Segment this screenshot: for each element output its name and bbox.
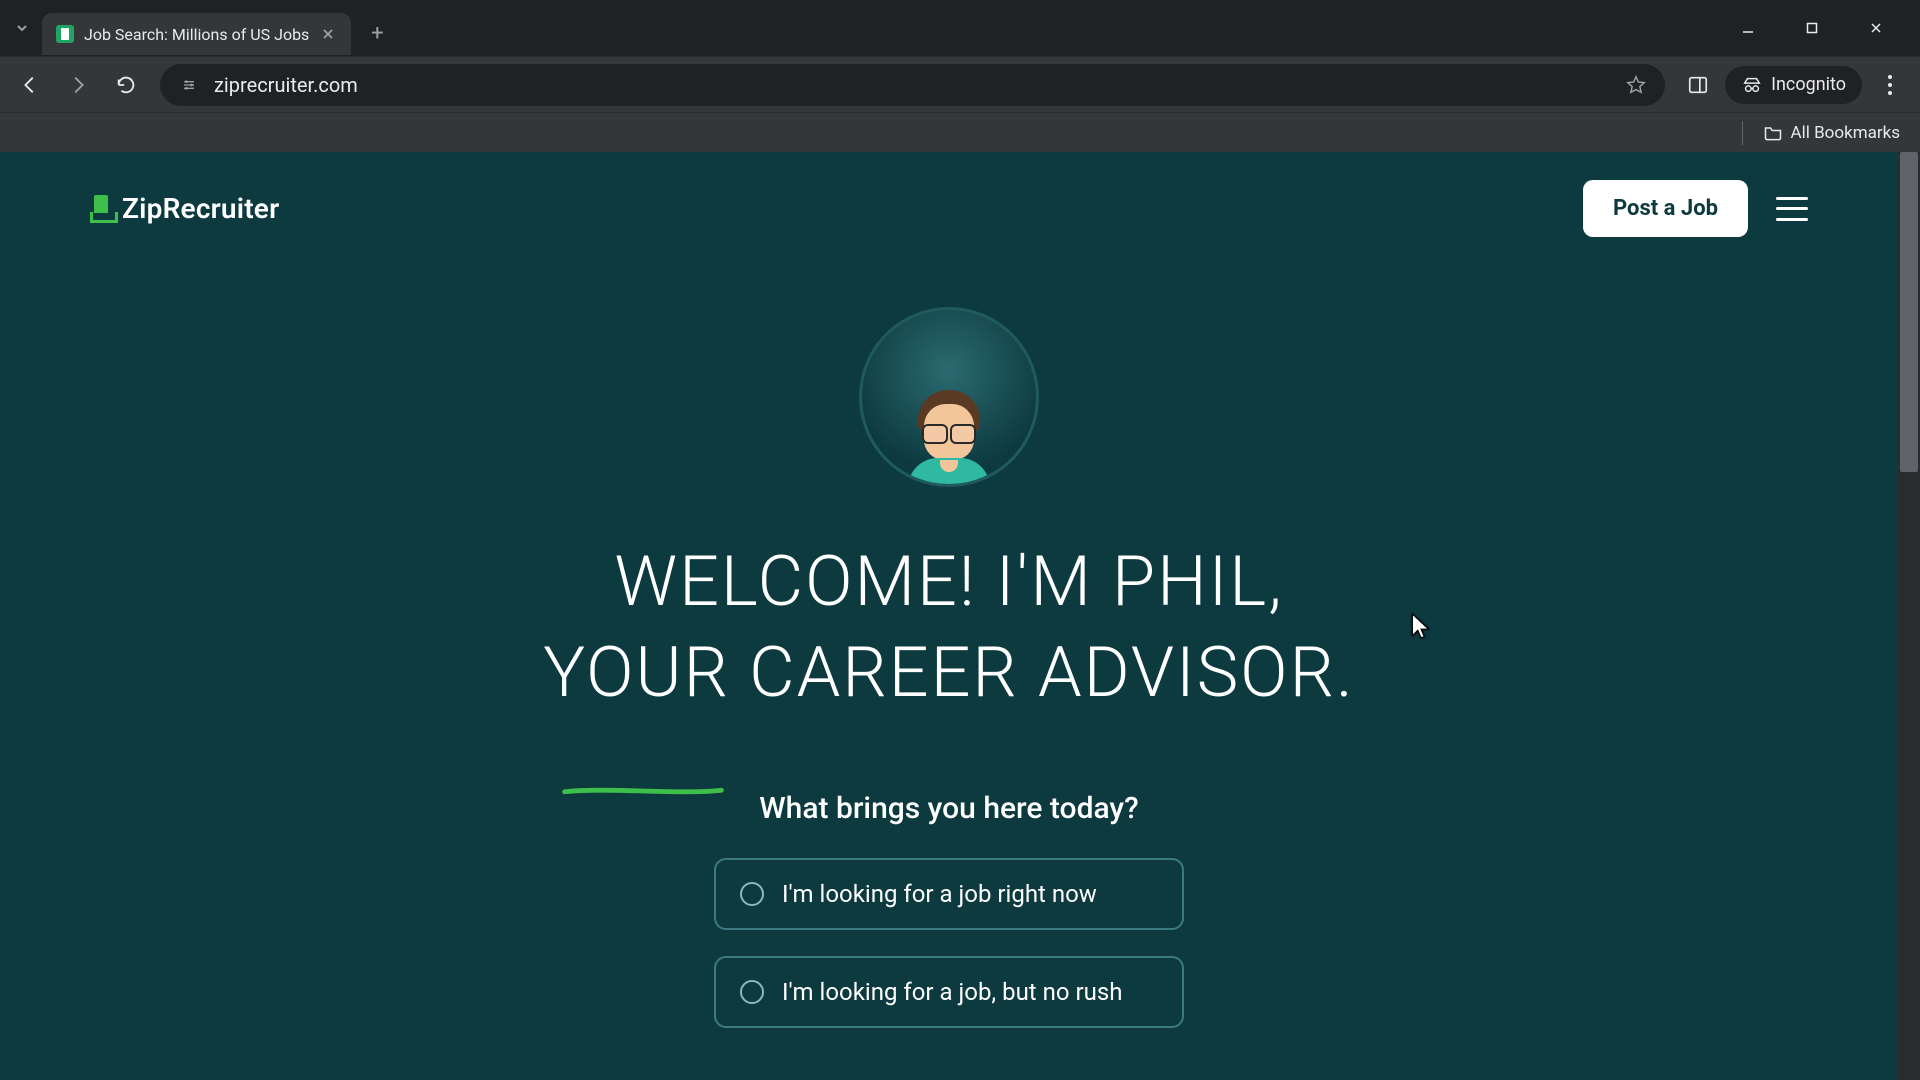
- hero-section: WELCOME! I'M PHIL, YOUR CAREER ADVISOR. …: [0, 237, 1898, 1028]
- vertical-scrollbar[interactable]: ▲: [1898, 152, 1920, 1080]
- maximize-button[interactable]: [1792, 8, 1832, 48]
- site-settings-icon[interactable]: [178, 74, 200, 96]
- new-tab-button[interactable]: +: [359, 15, 395, 51]
- reload-button[interactable]: [106, 65, 146, 105]
- hero-headline: WELCOME! I'M PHIL, YOUR CAREER ADVISOR.: [543, 537, 1355, 719]
- headline-line2-rest: CAREER ADVISOR.: [730, 632, 1355, 714]
- omnibox[interactable]: ziprecruiter.com: [160, 64, 1665, 106]
- incognito-indicator[interactable]: Incognito: [1725, 66, 1862, 104]
- option-label: I'm looking for a job, but no rush: [782, 978, 1122, 1006]
- bookmark-star-icon[interactable]: [1625, 74, 1647, 96]
- ziprecruiter-logo[interactable]: ZipRecruiter: [90, 192, 279, 225]
- close-window-button[interactable]: [1856, 8, 1896, 48]
- tab-search-dropdown[interactable]: [8, 14, 36, 42]
- incognito-icon: [1741, 74, 1763, 96]
- tab-strip: Job Search: Millions of US Jobs +: [0, 0, 1920, 56]
- hero-prompt: What brings you here today?: [759, 791, 1138, 826]
- headline-line1: WELCOME! I'M PHIL,: [614, 541, 1283, 623]
- header-actions: Post a Job: [1583, 180, 1808, 237]
- option-label: I'm looking for a job right now: [782, 880, 1097, 908]
- separator: [1742, 121, 1743, 145]
- back-button[interactable]: [10, 65, 50, 105]
- side-panel-icon[interactable]: [1687, 74, 1709, 96]
- close-tab-icon[interactable]: [319, 25, 337, 43]
- all-bookmarks-label: All Bookmarks: [1791, 123, 1900, 143]
- address-bar: ziprecruiter.com Incognito: [0, 56, 1920, 112]
- radio-icon: [740, 882, 764, 906]
- green-underline-icon: [543, 727, 743, 735]
- tab-favicon-icon: [56, 25, 74, 43]
- site-header: ZipRecruiter Post a Job: [0, 152, 1898, 237]
- option-job-now[interactable]: I'm looking for a job right now: [714, 858, 1184, 930]
- phil-avatar: [859, 307, 1039, 487]
- option-list: I'm looking for a job right now I'm look…: [714, 858, 1184, 1028]
- headline-line2-your: YOUR: [543, 632, 730, 714]
- logo-chair-icon: [90, 195, 112, 223]
- browser-tab[interactable]: Job Search: Millions of US Jobs: [42, 13, 351, 55]
- option-job-no-rush[interactable]: I'm looking for a job, but no rush: [714, 956, 1184, 1028]
- menu-hamburger-icon[interactable]: [1776, 197, 1808, 221]
- all-bookmarks-button[interactable]: All Bookmarks: [1763, 123, 1900, 143]
- page-content: ZipRecruiter Post a Job: [0, 152, 1898, 1080]
- radio-icon: [740, 980, 764, 1004]
- incognito-label: Incognito: [1771, 74, 1846, 95]
- page-viewport: ZipRecruiter Post a Job: [0, 152, 1920, 1080]
- browser-menu-button[interactable]: [1870, 65, 1910, 105]
- forward-button[interactable]: [58, 65, 98, 105]
- bookmarks-bar: All Bookmarks: [0, 112, 1920, 152]
- url-text: ziprecruiter.com: [214, 73, 1611, 97]
- scrollbar-thumb[interactable]: [1900, 152, 1918, 472]
- folder-icon: [1763, 123, 1783, 143]
- logo-text: ZipRecruiter: [122, 192, 279, 225]
- window-controls: [1728, 8, 1912, 48]
- minimize-button[interactable]: [1728, 8, 1768, 48]
- tab-title: Job Search: Millions of US Jobs: [84, 25, 309, 44]
- post-job-button[interactable]: Post a Job: [1583, 180, 1748, 237]
- browser-window: Job Search: Millions of US Jobs +: [0, 0, 1920, 1080]
